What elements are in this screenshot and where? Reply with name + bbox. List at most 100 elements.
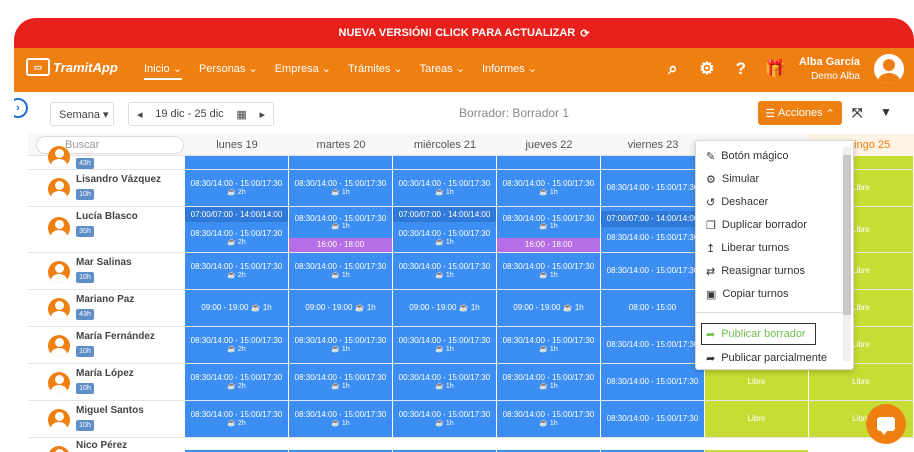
shift-cell[interactable]: 08:30/14:00 - 15:00/17:30	[601, 327, 705, 363]
shift-cell[interactable]	[601, 156, 705, 169]
employee-name[interactable]: Lucía Blasco	[76, 211, 138, 222]
nav-personas[interactable]: Personas ⌄	[199, 62, 258, 80]
nav-empresa[interactable]: Empresa ⌄	[275, 62, 331, 80]
main-menu: Inicio ⌄ Personas ⌄ Empresa ⌄ Trámites ⌄…	[144, 62, 537, 80]
nav-tareas[interactable]: Tareas ⌄	[420, 62, 465, 80]
app-logo[interactable]: ▭ TramitApp	[26, 58, 118, 76]
shift-cell[interactable]: 08:30/14:00 - 15:00/17:30 ☕ 1h	[497, 327, 601, 363]
employee-name[interactable]: María López	[76, 368, 134, 379]
hours-badge: 43h	[76, 309, 94, 320]
update-banner-text[interactable]: NUEVA VERSIÓN! CLICK PARA ACTUALIZAR	[339, 27, 576, 39]
undo-icon: ↺	[706, 196, 716, 209]
shift-cell[interactable]	[497, 156, 601, 169]
calendar-icon[interactable]: ▦	[236, 108, 246, 121]
shift-cell[interactable]: 07:00/07:00 - 14:00/14:00 00:30/14:00 - …	[393, 207, 497, 252]
user-name: Alba García	[798, 56, 860, 69]
shift-cell[interactable]: 08:30/14:00 - 15:00/17:30 ☕ 1h	[289, 170, 393, 206]
shift-cell[interactable]: 08:30/14:00 - 15:00/17:30 ☕ 1h	[289, 401, 393, 437]
shift-cell[interactable]: 08:30/14:00 - 15:00/17:30	[601, 364, 705, 400]
menu-item-duplicar-borrador[interactable]: ❐ Duplicar borrador	[696, 214, 846, 236]
menu-scrollbar[interactable]	[843, 147, 851, 361]
sidebar-toggle-icon[interactable]: ›	[14, 98, 28, 118]
gear-icon[interactable]: ⚙	[697, 59, 717, 79]
shift-cell[interactable]: 08:30/14:00 - 15:00/17:30 ☕ 1h	[289, 253, 393, 289]
shift-cell[interactable]	[289, 156, 393, 169]
shift-cell[interactable]: 08:00 - 15:00	[601, 290, 705, 326]
user-avatar[interactable]	[874, 54, 904, 84]
gift-icon[interactable]: 🎁	[765, 59, 786, 79]
employee-row: Miguel Santos 10h 08:30/14:00 - 15:00/17:…	[28, 401, 914, 438]
date-range-text: 19 dic - 25 dic	[155, 108, 224, 120]
actions-button[interactable]: ☰ Acciones ⌃	[758, 101, 842, 125]
shift-cell[interactable]: 08:30/14:00 - 15:00/17:30 ☕ 2h	[185, 364, 289, 400]
shift-cell[interactable]: 08:30/14:00 - 15:00/17:30 ☕ 1h	[289, 327, 393, 363]
menu-scroll-thumb[interactable]	[843, 155, 851, 315]
update-banner[interactable]: NUEVA VERSIÓN! CLICK PARA ACTUALIZAR ⟳	[14, 18, 914, 48]
view-select[interactable]: Semana ▾	[50, 102, 114, 126]
shift-cell[interactable]: 09:00 - 19:00 ☕ 1h	[289, 290, 393, 326]
employee-name[interactable]: Mar Salinas	[76, 257, 132, 268]
shift-cell[interactable]: 08:30/14:00 - 15:00/17:30 ☕ 2h	[185, 327, 289, 363]
search-icon[interactable]: ⌕	[663, 59, 683, 79]
chat-button[interactable]	[866, 404, 906, 444]
shift-cell[interactable]: 08:30/14:00 - 15:00/17:30 ☕ 1h 16:00 - 18…	[289, 207, 393, 252]
shift-cell[interactable]: 08:30/14:00 - 15:00/17:30 ☕ 1h	[497, 253, 601, 289]
filter-icon[interactable]: ▼	[880, 105, 892, 119]
hours-badge: 10h	[76, 272, 94, 283]
employee-name[interactable]: Mariano Paz	[76, 294, 134, 305]
nav-inicio[interactable]: Inicio ⌄	[144, 62, 182, 80]
shift-cell[interactable]: 00:30/14:00 - 15:00/17:30 ☕ 1h	[393, 327, 497, 363]
shift-cell[interactable]: 08:30/14:00 - 15:00/17:30 ☕ 1h	[289, 364, 393, 400]
shift-cell[interactable]: 08:30/14:00 - 15:00/17:30 ☕ 2h	[185, 253, 289, 289]
nav-tramites[interactable]: Trámites ⌄	[348, 62, 403, 80]
shift-cell[interactable]: 00:30/14:00 - 15:00/17:30 ☕ 1h	[393, 364, 497, 400]
next-week-icon[interactable]: ▸	[259, 108, 265, 121]
user-info[interactable]: Alba García Demo Alba	[799, 55, 860, 82]
menu-item-deshacer[interactable]: ↺ Deshacer	[696, 191, 846, 213]
menu-item-publicar-borrador[interactable]: ➦ Publicar borrador	[701, 323, 816, 345]
menu-item-liberar-turnos[interactable]: ↥ Liberar turnos	[696, 237, 846, 259]
refresh-icon: ⟳	[580, 27, 590, 40]
employee-avatar	[48, 146, 70, 168]
menu-item-boton-magico[interactable]: ✎ Botón mágico	[696, 145, 846, 167]
shift-cell[interactable]: 08:30/14:00 - 15:00/17:30 ☕ 1h	[497, 401, 601, 437]
day-header: lunes 19	[216, 139, 258, 151]
chevron-up-icon: ⌃	[825, 107, 835, 120]
shift-cell[interactable]	[393, 156, 497, 169]
shift-cell[interactable]: 08:30/14:00 - 15:00/17:30 ☕ 1h	[497, 170, 601, 206]
help-icon[interactable]: ?	[731, 59, 751, 79]
shift-cell[interactable]: 08:30/14:00 - 15:00/17:30	[601, 253, 705, 289]
shift-cell[interactable]: 09:00 - 19:00 ☕ 1h	[393, 290, 497, 326]
employee-name[interactable]: Nico Pérez	[76, 440, 127, 451]
shift-cell[interactable]: 00:30/14:00 - 15:00/17:30 ☕ 1h	[393, 253, 497, 289]
menu-item-reasignar-turnos[interactable]: ⇄ Reasignar turnos	[696, 260, 846, 282]
date-range-picker[interactable]: ◂ 19 dic - 25 dic ▦ ▸	[128, 102, 274, 126]
free-cell[interactable]: Libre	[705, 401, 809, 437]
shift-cell[interactable]: 07:00/07:00 - 14:00/14:00 08:30/14:00 - …	[185, 207, 289, 252]
shift-cell[interactable]: 00:30/14:00 - 15:00/17:30 ☕ 1h	[393, 170, 497, 206]
nav-informes[interactable]: Informes ⌄	[482, 62, 537, 80]
employee-name[interactable]: Miguel Santos	[76, 405, 144, 416]
shift-cell[interactable]: 07:00/07:00 - 14:00/14:00 08:30/14:00 - …	[601, 207, 705, 252]
shift-cell[interactable]: 08:30/14:00 - 15:00/17:30	[601, 401, 705, 437]
shift-cell[interactable]: 08:30/14:00 - 15:00/17:30 ☕ 1h 16:00 - 18…	[497, 207, 601, 252]
employee-name[interactable]: Lisandro Vázquez	[76, 174, 161, 185]
shift-cell[interactable]	[185, 156, 289, 169]
shift-cell[interactable]: 08:30/14:00 - 15:00/17:30 ☕ 1h	[497, 364, 601, 400]
shift-cell[interactable]: 09:00 - 19:00 ☕ 1h	[497, 290, 601, 326]
shift-cell[interactable]: 08:30/14:00 - 15:00/17:30 ☕ 2h	[185, 170, 289, 206]
shift-cell[interactable]: 00:30/14:00 - 15:00/17:30 ☕ 1h	[393, 401, 497, 437]
shift-cell[interactable]: 08:30/14:00 - 15:00/17:30 ☕ 2h	[185, 401, 289, 437]
share-icon: ➦	[706, 328, 716, 341]
employee-avatar	[48, 217, 70, 239]
shift-cell[interactable]: 09:00 - 19:00 ☕ 1h	[185, 290, 289, 326]
menu-item-simular[interactable]: ⚙ Simular	[696, 168, 846, 190]
expand-icon[interactable]: ⤧	[852, 105, 862, 121]
logo-mark-icon: ▭	[26, 58, 50, 76]
employee-name[interactable]: María Fernández	[76, 331, 155, 342]
prev-week-icon[interactable]: ◂	[137, 108, 143, 121]
menu-item-publicar-parcialmente[interactable]: ➦ Publicar parcialmente	[696, 347, 846, 369]
shift-cell[interactable]: 08:30/14:00 - 15:00/17:30	[601, 170, 705, 206]
menu-item-copiar-turnos[interactable]: ▣ Copiar turnos	[696, 283, 846, 305]
hours-badge: 35h	[76, 226, 94, 237]
